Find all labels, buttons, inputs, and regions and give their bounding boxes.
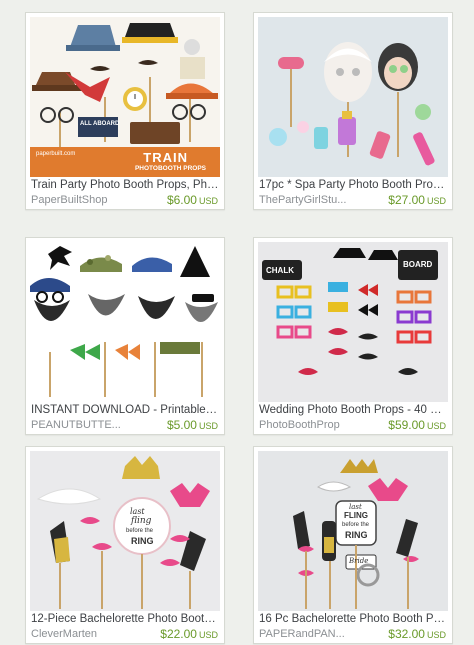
listing-price: $5.00 USD	[167, 418, 218, 432]
listing-title[interactable]: Train Party Photo Booth Props, Phot...	[31, 179, 219, 191]
price-currency: USD	[426, 421, 446, 431]
shop-name[interactable]: PhotoBoothProp	[259, 419, 367, 431]
price-amount: $6.00	[166, 193, 197, 207]
listing-image[interactable]	[258, 17, 448, 177]
price-currency: USD	[198, 421, 218, 431]
listing-card[interactable]: last fling before the RING 12-Piece Bach…	[25, 446, 225, 644]
listing-title[interactable]: INSTANT DOWNLOAD - Printable D...	[31, 404, 219, 416]
sign-line-1: last	[349, 503, 362, 511]
listing-image[interactable]	[30, 242, 220, 402]
price-amount: $22.00	[160, 627, 197, 641]
bride-text: Bride	[349, 557, 369, 565]
price-currency: USD	[198, 630, 218, 640]
listing-card[interactable]: CHALK BOARD Wedding Photo Booth Props - …	[253, 237, 453, 435]
banner-title: TRAIN	[143, 150, 188, 165]
sign-line-1: last	[130, 507, 145, 516]
sign-line-3: before the	[342, 522, 370, 528]
shop-name[interactable]: PEANUTBUTTE...	[31, 419, 139, 431]
listing-price: $59.00 USD	[388, 418, 446, 432]
listing-image[interactable]: CHALK BOARD	[258, 242, 448, 402]
shop-name[interactable]: PAPERandPAN...	[259, 628, 367, 640]
shop-name[interactable]: CleverMarten	[31, 628, 139, 640]
price-amount: $5.00	[166, 418, 197, 432]
shop-name[interactable]: PaperBuiltShop	[31, 194, 139, 206]
listing-image[interactable]: ALL ABOARD paperbuilt.com TRAIN PHOTOBOO…	[30, 17, 220, 177]
listing-image[interactable]: last fling before the RING	[30, 451, 220, 611]
shop-name[interactable]: ThePartyGirlStu...	[259, 194, 367, 206]
watermark-text: paperbuilt.com	[36, 151, 76, 157]
banner-subtitle: PHOTOBOOTH PROPS	[134, 165, 206, 172]
sign-line-4: RING	[131, 536, 154, 546]
listing-title[interactable]: 16 Pc Bachelorette Photo Booth Pro...	[259, 613, 447, 625]
listing-price: $6.00 USD	[167, 193, 218, 207]
board-sign: BOARD	[403, 260, 433, 269]
listing-price: $27.00 USD	[388, 193, 446, 207]
listing-title[interactable]: Wedding Photo Booth Props - 40 Pi...	[259, 404, 447, 416]
listing-card[interactable]: ALL ABOARD paperbuilt.com TRAIN PHOTOBOO…	[25, 12, 225, 210]
price-currency: USD	[426, 630, 446, 640]
sign-line-2: FLING	[344, 511, 368, 520]
listing-card[interactable]: INSTANT DOWNLOAD - Printable D... PEANUT…	[25, 237, 225, 435]
price-amount: $27.00	[388, 193, 425, 207]
listing-price: $32.00 USD	[388, 627, 446, 641]
listing-title[interactable]: 17pc * Spa Party Photo Booth Props...	[259, 179, 447, 191]
listing-title[interactable]: 12-Piece Bachelorette Photo Booth ...	[31, 613, 219, 625]
sign-line-4: RING	[345, 530, 368, 540]
listing-price: $22.00 USD	[160, 627, 218, 641]
listing-card[interactable]: last FLING before the RING Bride 16 Pc B…	[253, 446, 453, 644]
chalk-sign: CHALK	[266, 266, 294, 275]
price-currency: USD	[198, 196, 218, 206]
price-amount: $32.00	[388, 627, 425, 641]
listing-image[interactable]: last FLING before the RING Bride	[258, 451, 448, 611]
price-currency: USD	[426, 196, 446, 206]
listing-card[interactable]: 17pc * Spa Party Photo Booth Props... Th…	[253, 12, 453, 210]
sign-line-2: fling	[131, 516, 152, 526]
sign-line-3: before the	[126, 528, 154, 534]
price-amount: $59.00	[388, 418, 425, 432]
sign-text: ALL ABOARD	[80, 121, 120, 127]
